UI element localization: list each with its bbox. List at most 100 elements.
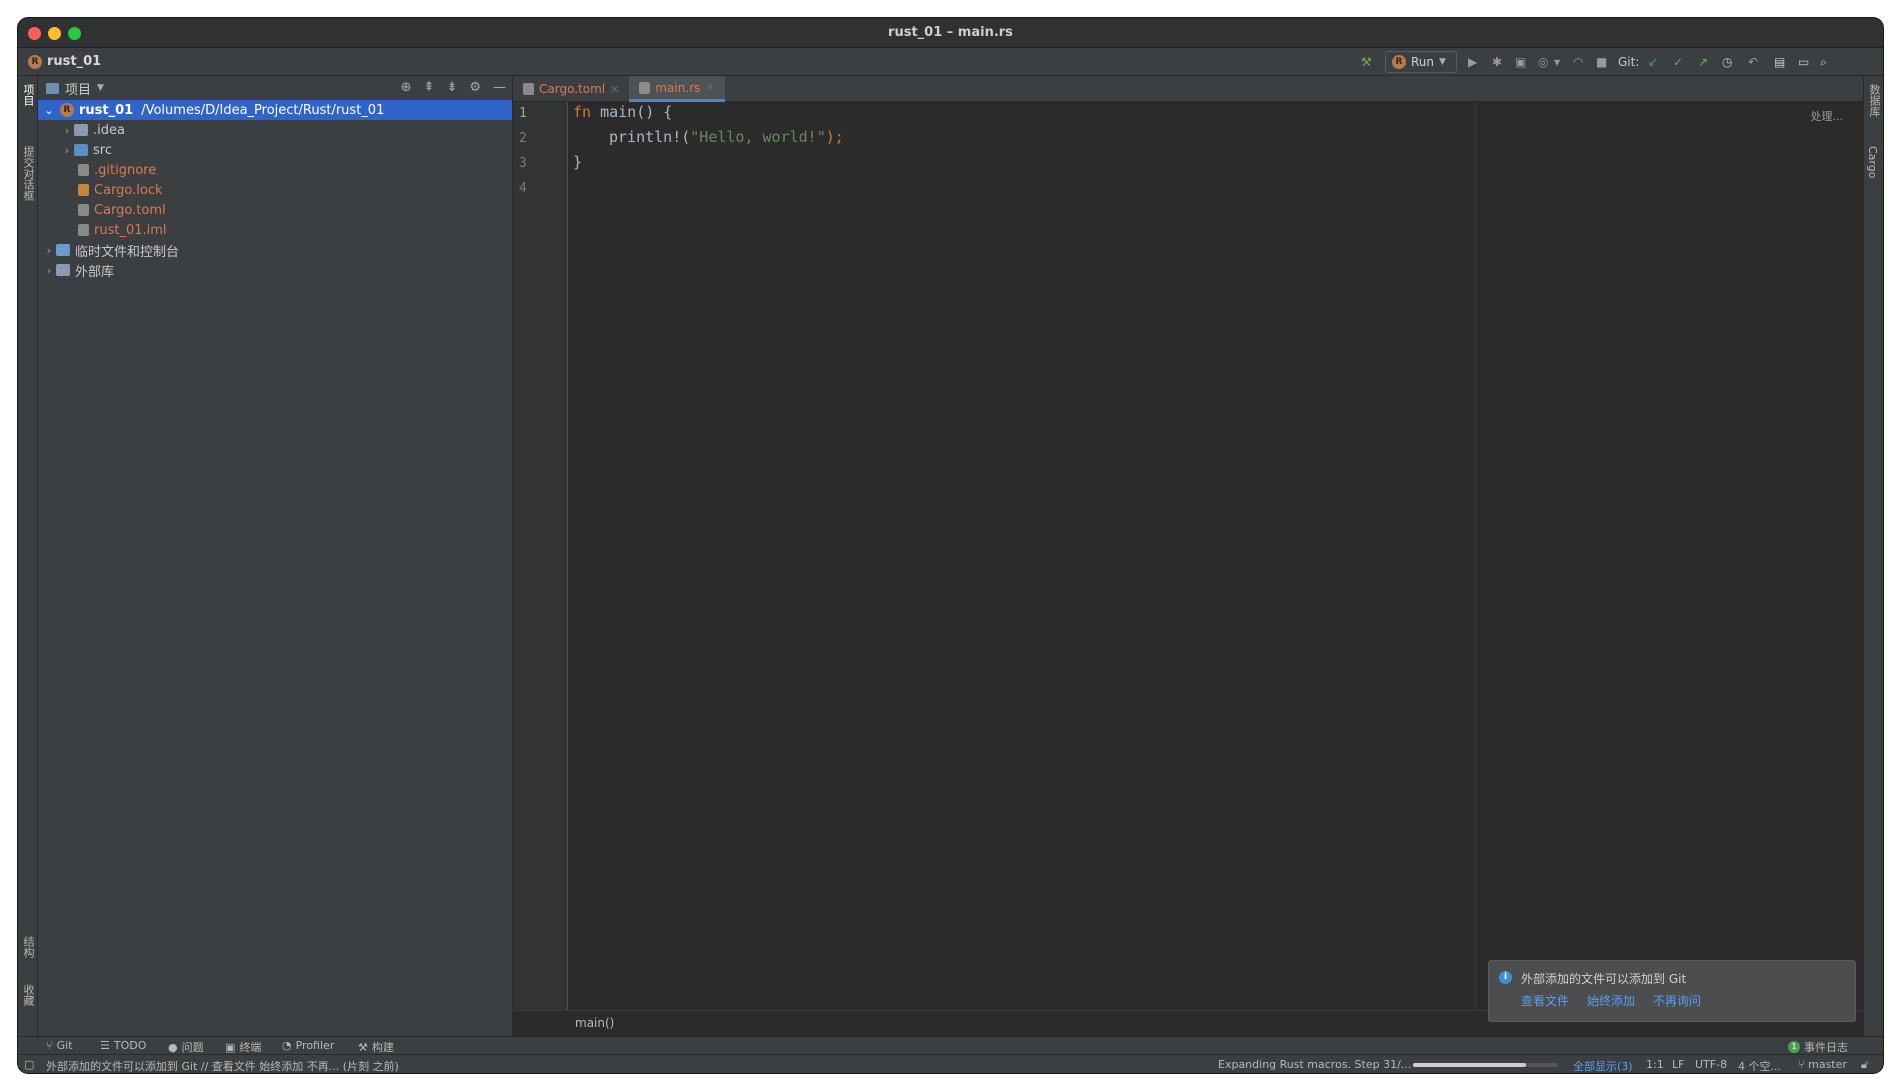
git-push-icon[interactable]: ↗ — [1698, 53, 1708, 71]
run-config-label: Run — [1411, 55, 1435, 69]
event-log-button[interactable]: 1 事件日志 — [1788, 1039, 1848, 1055]
problems-tool-button[interactable]: ● 问题 — [168, 1039, 204, 1055]
tree-row-idea[interactable]: › .idea — [38, 120, 512, 140]
line-number: 3 — [519, 156, 527, 171]
stop-icon[interactable]: ■ — [1596, 53, 1607, 71]
tool-window-bar: ⑂ Git ☰ TODO ● 问题 ▣ 终端 ◔ Profiler ⚒ 构建 1 事件日志 — [18, 1036, 1883, 1054]
view-files-link[interactable]: 查看文件 — [1521, 992, 1569, 1009]
tree-row-cargo-toml[interactable]: Cargo.toml — [38, 200, 512, 220]
string-token: "Hello, world!" — [690, 128, 826, 146]
todo-tool-button[interactable]: ☰ TODO — [100, 1039, 146, 1052]
locate-icon[interactable]: ⊕ — [401, 80, 412, 95]
tree-row-gitignore[interactable]: .gitignore — [38, 160, 512, 180]
rust-icon: R — [28, 54, 42, 69]
warning-icon: ● — [168, 1040, 178, 1054]
line-number: 2 — [519, 131, 527, 146]
breadcrumb-item[interactable]: main() — [575, 1016, 614, 1030]
project-view-select[interactable]: 项目 — [65, 79, 91, 98]
git-commit-icon[interactable]: ✓ — [1673, 53, 1683, 71]
navigation-bar: R rust_01 ⚒ R Run ▼ ▶ ✱ ▣ ◎ ▼ ◠ ■ Git: ↙… — [18, 48, 1883, 76]
tree-row-scratches[interactable]: › 临时文件和控制台 — [38, 240, 512, 260]
branch-icon: ⑂ — [46, 1039, 53, 1052]
commit-tool-button[interactable]: 提交对话框 — [20, 146, 36, 201]
chevron-down-icon[interactable]: ▼ — [1554, 53, 1560, 71]
status-bar: ▢ 外部添加的文件可以添加到 Git // 查看文件 始终添加 不再... (片… — [18, 1054, 1883, 1073]
tree-label: 临时文件和控制台 — [75, 244, 180, 260]
git-label: Git: — [1618, 55, 1640, 69]
build-hammer-icon[interactable]: ⚒ — [1361, 53, 1372, 71]
run-configuration-select[interactable]: R Run ▼ — [1385, 51, 1457, 73]
tree-row-src[interactable]: › src — [38, 140, 512, 160]
project-breadcrumb[interactable]: R rust_01 — [28, 54, 101, 69]
cargo-tool-button[interactable]: Cargo — [1866, 146, 1879, 178]
expand-all-icon[interactable]: ⇞ — [424, 80, 435, 95]
profiler-tool-button[interactable]: ◔ Profiler — [282, 1039, 334, 1052]
tab-cargo-toml[interactable]: Cargo.toml ✕ — [513, 76, 629, 102]
tree-label: Cargo.lock — [94, 182, 163, 198]
tree-row-external-libs[interactable]: › 外部库 — [38, 260, 512, 280]
status-message[interactable]: 外部添加的文件可以添加到 Git // 查看文件 始终添加 不再... (片刻 … — [46, 1058, 399, 1073]
project-panel-header: 项目 ▼ ⊕ ⇞ ⇟ ⚙ — — [38, 76, 512, 100]
collapse-all-icon[interactable]: ⇟ — [446, 80, 457, 95]
show-all-tasks-link[interactable]: 全部显示(3) — [1573, 1058, 1633, 1073]
code-token: } — [573, 153, 583, 171]
layout-icon[interactable]: ▭ — [1798, 53, 1809, 71]
rollback-icon[interactable]: ↶ — [1748, 53, 1758, 71]
tab-main-rs[interactable]: main.rs ✕ — [629, 76, 725, 102]
chevron-right-icon[interactable]: › — [60, 144, 74, 157]
terminal-tool-button[interactable]: ▣ 终端 — [225, 1039, 261, 1055]
chevron-down-icon[interactable]: ⌄ — [42, 104, 56, 117]
chevron-down-icon[interactable]: ▼ — [97, 83, 104, 93]
title-bar: rust_01 – main.rs — [18, 18, 1883, 48]
attach-icon[interactable]: ◠ — [1573, 53, 1583, 71]
dont-ask-link[interactable]: 不再询问 — [1653, 992, 1701, 1009]
left-tool-strip: 项目 提交对话框 结构 收藏 — [18, 76, 38, 1036]
branch-name: master — [1808, 1058, 1847, 1071]
search-icon[interactable]: ⌕ — [1820, 53, 1827, 71]
project-structure-icon[interactable]: ▤ — [1774, 53, 1785, 71]
project-tool-button[interactable]: 项目 — [20, 84, 36, 106]
tool-label: 问题 — [181, 1041, 204, 1054]
chevron-right-icon[interactable]: › — [60, 124, 74, 137]
history-icon[interactable]: ◷ — [1722, 53, 1732, 71]
git-branch[interactable]: ⑂ master — [1798, 1058, 1847, 1071]
favorites-tool-button[interactable]: 收藏 — [20, 984, 36, 1006]
always-add-link[interactable]: 始终添加 — [1587, 992, 1635, 1009]
tree-row-iml[interactable]: rust_01.iml — [38, 220, 512, 240]
lock-icon[interactable]: 🔓︎ — [1861, 1058, 1868, 1072]
background-task-label[interactable]: Expanding Rust macros. Step 31/... — [1218, 1058, 1411, 1071]
toggle-tool-windows-icon[interactable]: ▢ — [24, 1058, 34, 1071]
indent-setting[interactable]: 4 个空... — [1738, 1058, 1781, 1073]
build-tool-button[interactable]: ⚒ 构建 — [358, 1039, 394, 1055]
gear-icon[interactable]: ⚙ — [469, 80, 481, 95]
processing-indicator: 处理... — [1810, 110, 1844, 123]
coverage-icon[interactable]: ▣ — [1515, 53, 1526, 71]
rust-icon: R — [60, 103, 74, 117]
macro-token: println!( — [609, 128, 691, 146]
folder-icon — [74, 124, 88, 136]
line-number: 4 — [519, 181, 527, 196]
tree-row-cargo-lock[interactable]: Cargo.lock — [38, 180, 512, 200]
run-icon[interactable]: ▶ — [1468, 53, 1477, 71]
database-tool-button[interactable]: 数据库 — [1866, 84, 1882, 117]
hide-icon[interactable]: — — [493, 80, 506, 95]
chevron-right-icon[interactable]: › — [42, 244, 56, 257]
close-icon[interactable]: ✕ — [705, 81, 714, 94]
caret-position[interactable]: 1:1 — [1646, 1058, 1664, 1071]
line-separator[interactable]: LF — [1672, 1058, 1684, 1071]
tool-label: 终端 — [239, 1041, 262, 1054]
file-encoding[interactable]: UTF-8 — [1695, 1058, 1727, 1071]
hammer-icon: ⚒ — [358, 1040, 368, 1054]
git-tool-button[interactable]: ⑂ Git — [46, 1039, 73, 1052]
close-icon[interactable]: ✕ — [610, 83, 619, 96]
tree-row-root[interactable]: ⌄ R rust_01 /Volumes/D/Idea_Project/Rust… — [38, 100, 512, 120]
branch-icon: ⑂ — [1798, 1058, 1809, 1071]
project-panel-actions: ⊕ ⇞ ⇟ ⚙ — — [401, 80, 506, 95]
chevron-right-icon[interactable]: › — [42, 264, 56, 277]
profile-icon[interactable]: ◎ — [1538, 53, 1548, 71]
code-line-3: } — [573, 153, 582, 177]
structure-tool-button[interactable]: 结构 — [20, 936, 36, 958]
debug-icon[interactable]: ✱ — [1492, 53, 1502, 71]
notification-actions: 查看文件 始终添加 不再询问 — [1521, 992, 1701, 1009]
git-update-icon[interactable]: ↙ — [1648, 53, 1658, 71]
